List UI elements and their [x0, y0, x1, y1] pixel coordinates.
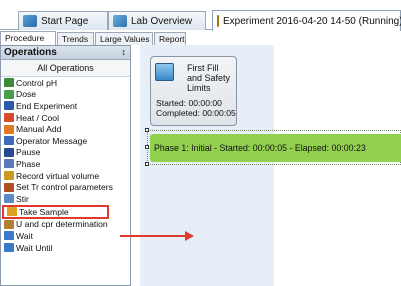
operations-title: Operations — [4, 47, 57, 58]
operation-item[interactable]: Dose — [1, 89, 130, 101]
tab-procedure[interactable]: Procedure — [0, 31, 56, 46]
operation-icon — [4, 89, 14, 99]
first-fill-step[interactable]: First Fill and Safety Limits Started: 00… — [150, 56, 237, 126]
operation-label: Operator Message — [16, 135, 88, 146]
operation-item[interactable]: Control pH — [1, 77, 130, 89]
operation-label: End Experiment — [16, 100, 78, 111]
operation-item[interactable]: End Experiment — [1, 100, 130, 112]
operation-item[interactable]: Record virtual volume — [1, 170, 130, 182]
tab-experiment[interactable]: Experiment 2016-04-20 14-50 (Running) — [212, 10, 401, 31]
operations-header: Operations ↕ — [1, 46, 130, 60]
operation-label: Record virtual volume — [16, 170, 100, 181]
resize-handle[interactable] — [145, 162, 149, 166]
operations-list: Control pH Dose End Experiment Heat / Cool M… — [1, 77, 130, 253]
operation-item[interactable]: Pause — [1, 147, 130, 159]
tab-large-values[interactable]: Large Values — [95, 32, 153, 45]
operation-label: Phase — [16, 158, 41, 169]
drag-arrow-line — [120, 235, 187, 237]
resize-handle[interactable] — [145, 145, 149, 149]
operation-label: Take Sample — [19, 206, 69, 217]
operation-item[interactable]: U and cpr determination — [1, 219, 130, 231]
tab-start-page[interactable]: Start Page — [18, 11, 108, 30]
operation-item[interactable]: Phase — [1, 158, 130, 170]
operation-item[interactable]: Wait Until — [1, 242, 130, 254]
operation-icon — [7, 207, 17, 217]
phase-1-bar: Phase 1: Initial - Started: 00:00:05 - E… — [150, 134, 401, 162]
operation-icon — [4, 219, 14, 229]
lab-icon — [113, 15, 127, 27]
operation-item[interactable]: Take Sample — [2, 204, 109, 219]
drag-arrow-head — [185, 231, 194, 241]
operation-label: U and cpr determination — [16, 219, 108, 230]
operation-item[interactable]: Manual Add — [1, 123, 130, 135]
operation-icon — [4, 231, 14, 241]
operation-icon — [4, 194, 14, 204]
tab-report[interactable]: Report — [154, 32, 186, 45]
operations-panel: Operations ↕ All Operations Control pH Do… — [0, 45, 131, 286]
first-fill-title: First Fill and Safety Limits — [187, 63, 231, 93]
first-fill-completed: Completed: 00:00:05 — [156, 108, 236, 118]
operation-item[interactable]: Heat / Cool — [1, 112, 130, 124]
operation-label: Dose — [16, 89, 37, 100]
document-tab-bar: Start Page Lab Overview Experiment 2016-… — [0, 0, 401, 31]
phase-1-text: Phase 1: Initial - Started: 00:00:05 - E… — [154, 143, 366, 153]
tab-trends[interactable]: Trends — [57, 32, 94, 45]
operation-icon — [4, 101, 14, 111]
operation-icon — [4, 182, 14, 192]
operation-item[interactable]: Operator Message — [1, 135, 130, 147]
home-icon — [23, 15, 37, 27]
first-fill-started: Started: 00:00:00 — [156, 98, 222, 108]
operation-item[interactable]: Wait — [1, 230, 130, 242]
operation-label: Set Tr control parameters — [16, 182, 113, 193]
operation-label: Control pH — [16, 77, 58, 88]
procedure-sub-tabs: Procedure Trends Large Values Report — [0, 31, 190, 46]
operation-label: Wait Until — [16, 242, 53, 253]
resize-handle[interactable] — [145, 128, 149, 132]
operation-icon — [4, 124, 14, 134]
operation-icon — [4, 147, 14, 157]
operation-icon — [4, 78, 14, 88]
operation-label: Stir — [16, 193, 29, 204]
phase-1-step[interactable]: Phase 1: Initial - Started: 00:00:05 - E… — [145, 128, 401, 166]
experiment-icon — [217, 15, 219, 27]
operation-label: Pause — [16, 147, 41, 158]
operation-icon — [4, 113, 14, 123]
tab-experiment-label: Experiment 2016-04-20 14-50 (Running) — [223, 15, 401, 27]
operation-item[interactable]: Stir — [1, 193, 130, 205]
operation-label: Heat / Cool — [16, 112, 59, 123]
operation-item[interactable]: Set Tr control parameters — [1, 181, 130, 193]
operation-label: Manual Add — [16, 124, 62, 135]
operation-label: Wait — [16, 230, 33, 241]
all-operations-button[interactable]: All Operations — [1, 60, 130, 77]
operation-icon — [4, 159, 14, 169]
operation-icon — [4, 136, 14, 146]
operation-icon — [4, 243, 14, 253]
tab-lab-overview-label: Lab Overview — [131, 15, 193, 27]
tab-start-page-label: Start Page — [41, 15, 89, 27]
pin-icon[interactable]: ↕ — [122, 46, 127, 59]
tab-lab-overview[interactable]: Lab Overview — [108, 11, 206, 30]
flask-icon — [155, 63, 174, 81]
operation-icon — [4, 171, 14, 181]
